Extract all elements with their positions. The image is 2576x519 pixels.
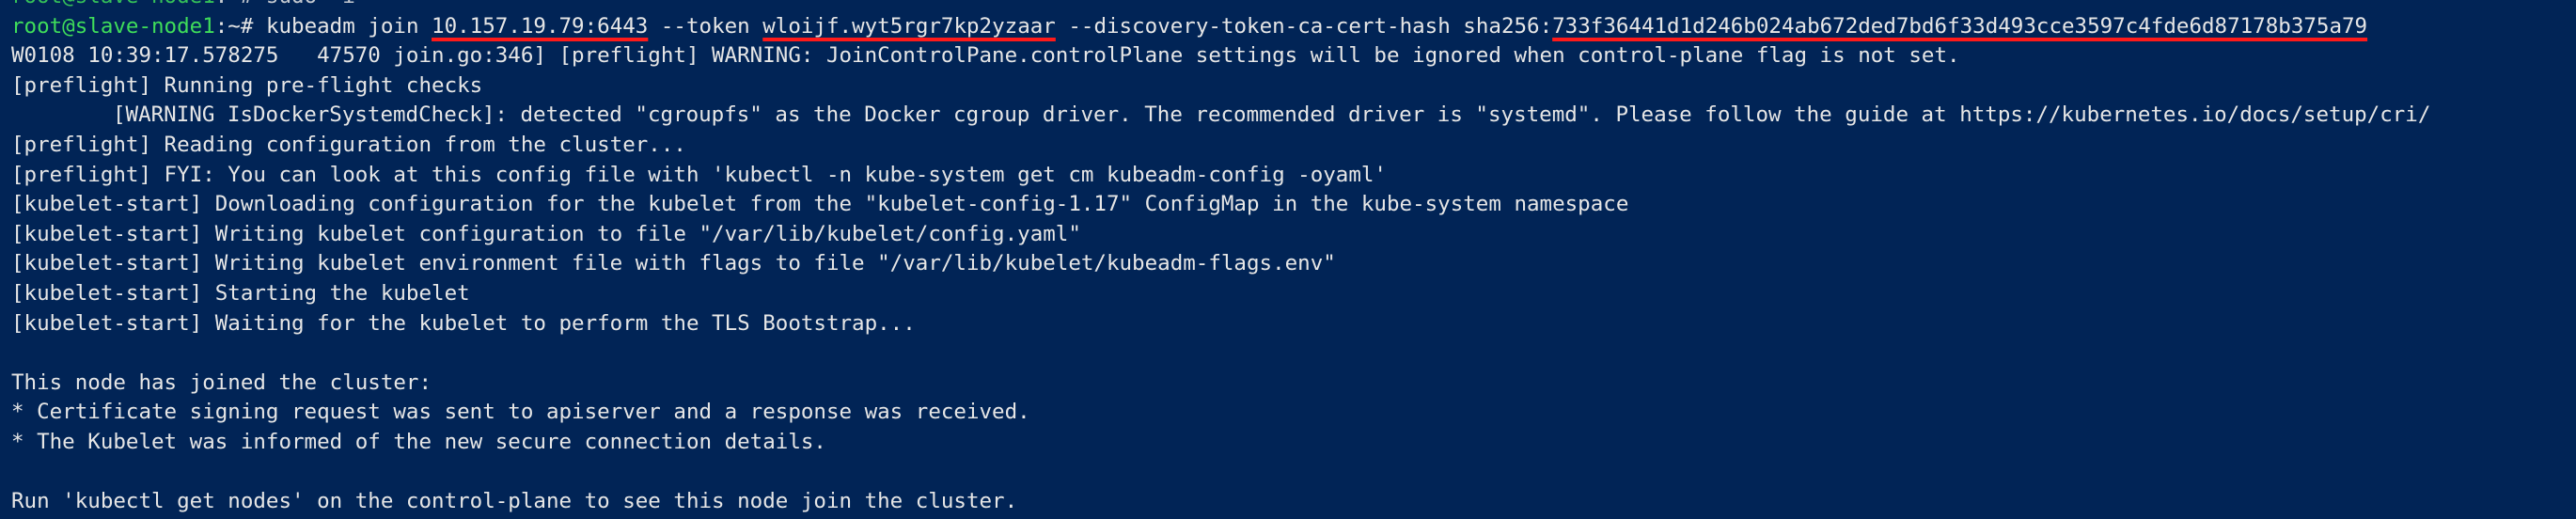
command-ip-highlighted: 10.157.19.79:6443 <box>432 13 649 39</box>
command-text: --token <box>648 13 763 39</box>
output-line: [preflight] FYI: You can look at this co… <box>11 162 1387 187</box>
prompt-user-host: root@slave-node1 <box>11 13 215 39</box>
output-line: [WARNING IsDockerSystemdCheck]: detected… <box>113 102 2431 128</box>
output-line: * The Kubelet was informed of the new se… <box>11 429 826 454</box>
command-hash-highlighted: 733f36441d1d246b024ab672ded7bd6f33d493cc… <box>1552 13 2368 39</box>
command-text: --discovery-token-ca-cert-hash sha256: <box>1055 13 1553 39</box>
output-line: [kubelet-start] Downloading configuratio… <box>11 192 1629 217</box>
output-line: [preflight] Running pre-flight checks <box>11 72 483 98</box>
output-line: [kubelet-start] Writing kubelet environm… <box>11 251 1336 276</box>
command-text: kubeadm join <box>265 13 432 39</box>
partial-line-text: :~# sudo -i <box>215 0 355 8</box>
output-line: * Certificate signing request was sent t… <box>11 400 1030 425</box>
output-line: [kubelet-start] Writing kubelet configur… <box>11 221 1081 246</box>
terminal-window[interactable]: root@slave-node1:~# sudo -i root@slave-n… <box>0 0 2576 519</box>
output-line: [kubelet-start] Waiting for the kubelet … <box>11 310 916 336</box>
prompt-user-host: root@slave-node1 <box>11 0 215 8</box>
output-line: This node has joined the cluster: <box>11 370 432 395</box>
output-line: [preflight] Reading configuration from t… <box>11 132 686 157</box>
output-line: Run 'kubectl get nodes' on the control-p… <box>11 489 1018 514</box>
command-token-highlighted: wloijf.wyt5rgr7kp2yzaar <box>762 13 1056 39</box>
command-line: root@slave-node1:~# kubeadm join 10.157.… <box>11 12 2576 42</box>
output-line: [kubelet-start] Starting the kubelet <box>11 280 470 306</box>
partial-scrolled-line: root@slave-node1:~# sudo -i <box>11 0 2576 12</box>
output-line: W0108 10:39:17.578275 47570 join.go:346]… <box>11 43 1960 69</box>
prompt-path: :~# <box>214 13 266 39</box>
